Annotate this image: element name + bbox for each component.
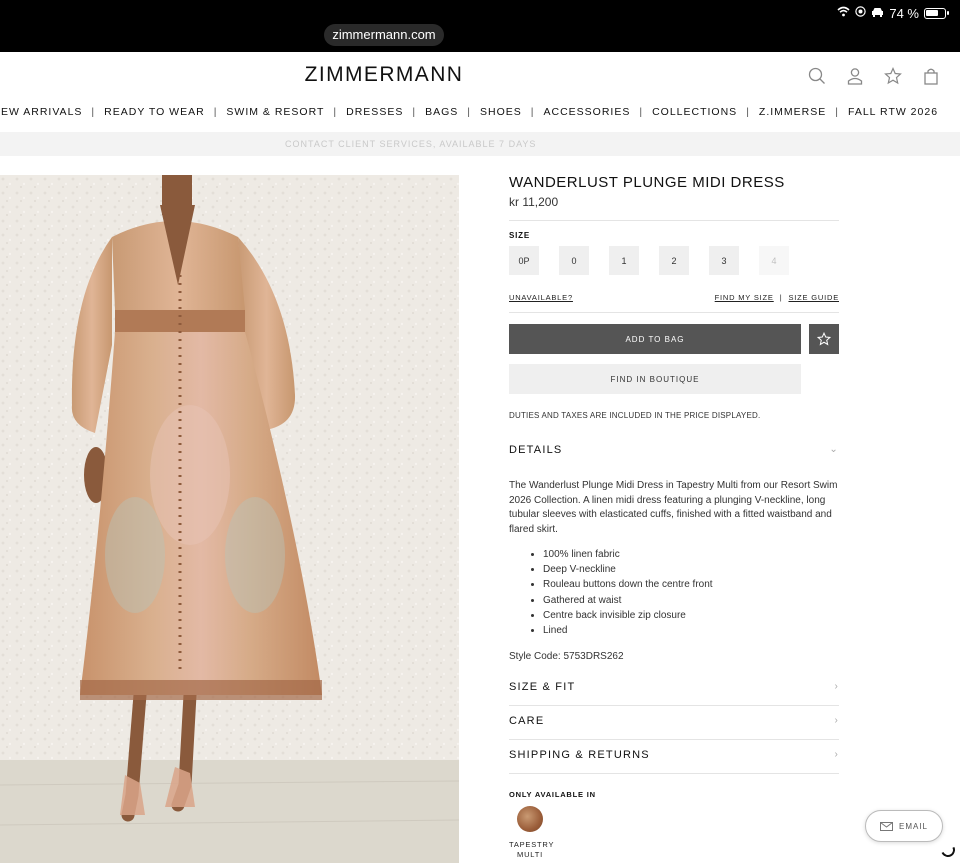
details-heading: DETAILS (509, 444, 563, 456)
nav-item[interactable]: READY TO WEAR (95, 106, 214, 118)
size-guide-link[interactable]: SIZE GUIDE (788, 293, 839, 302)
loading-spinner (939, 841, 957, 859)
email-button[interactable]: EMAIL (865, 810, 943, 842)
nav-item[interactable]: COLLECTIONS (643, 106, 746, 118)
swatch-label-line: MULTI (517, 850, 543, 859)
divider (509, 705, 839, 706)
product-description: The Wanderlust Plunge Midi Dress in Tape… (509, 480, 838, 535)
status-bar: 74 % zimmermann.com (0, 0, 960, 52)
accordion-item[interactable]: SIZE & FIT › (509, 681, 839, 693)
chevron-down-icon: ⌄ (829, 444, 839, 455)
brand-logo[interactable]: ZIMMERMANN (0, 63, 768, 87)
star-icon (817, 332, 831, 346)
swatch-label: TAPESTRY MULTI (509, 840, 555, 860)
bag-icon[interactable] (922, 67, 940, 85)
nav-item[interactable]: DRESSES (337, 106, 412, 118)
duties-note: DUTIES AND TAXES ARE INCLUDED IN THE PRI… (509, 411, 761, 420)
product-title: WANDERLUST PLUNGE MIDI DRESS (509, 174, 785, 191)
details-accordion[interactable]: DETAILS ⌄ (509, 444, 839, 456)
divider (509, 312, 839, 313)
feature-item: 100% linen fabric (543, 547, 713, 562)
nav-item[interactable]: EW ARRIVALS (0, 106, 91, 118)
promo-text[interactable]: CONTACT CLIENT SERVICES, AVAILABLE 7 DAY… (285, 139, 536, 149)
nav-item[interactable]: Z.IMMERSE (750, 106, 835, 118)
car-icon (871, 7, 884, 20)
size-option[interactable]: 1 (609, 246, 639, 275)
search-icon[interactable] (808, 67, 826, 85)
chevron-right-icon: › (834, 715, 839, 726)
nav-item[interactable]: ACCESSORIES (534, 106, 639, 118)
nav-item[interactable]: SWIM & RESORT (217, 106, 333, 118)
unavailable-link[interactable]: UNAVAILABLE? (509, 293, 573, 302)
only-available-label: ONLY AVAILABLE IN (509, 790, 596, 799)
nav-item[interactable]: BAGS (416, 106, 467, 118)
feature-item: Gathered at waist (543, 593, 713, 608)
feature-item: Deep V-neckline (543, 562, 713, 577)
product-image[interactable] (0, 175, 459, 863)
size-option[interactable]: 0P (509, 246, 539, 275)
account-icon[interactable] (846, 67, 864, 85)
battery-percent: 74 % (889, 5, 919, 21)
link-separator: | (779, 293, 783, 302)
find-in-boutique-button[interactable]: FIND IN BOUTIQUE (509, 364, 801, 394)
accordion-label: CARE (509, 715, 545, 727)
add-to-bag-button[interactable]: ADD TO BAG (509, 324, 801, 354)
wishlist-icon[interactable] (884, 67, 902, 85)
size-option[interactable]: 2 (659, 246, 689, 275)
accordion-item[interactable]: SHIPPING & RETURNS › (509, 749, 839, 761)
feature-list: 100% linen fabricDeep V-necklineRouleau … (543, 547, 713, 638)
add-to-wishlist-button[interactable] (809, 324, 839, 354)
size-option[interactable]: 3 (709, 246, 739, 275)
divider (509, 773, 839, 774)
email-icon (879, 821, 893, 831)
nav-item[interactable]: SHOES (471, 106, 531, 118)
color-swatch[interactable] (517, 806, 543, 832)
product-price: kr 11,200 (509, 195, 559, 209)
status-icons: 74 % (837, 5, 949, 21)
promo-strip: CONTACT CLIENT SERVICES, AVAILABLE 7 DAY… (0, 132, 960, 156)
accordion-label: SHIPPING & RETURNS (509, 749, 650, 761)
chevron-right-icon: › (834, 749, 839, 760)
url-bar[interactable]: zimmermann.com (324, 24, 444, 46)
swatch-label-line: TAPESTRY (509, 840, 555, 849)
divider (509, 739, 839, 740)
main-nav: EW ARRIVALS | READY TO WEAR | SWIM & RESORT |… (0, 100, 960, 124)
accordion-label: SIZE & FIT (509, 681, 576, 693)
battery-icon (924, 7, 949, 19)
size-option[interactable]: 0 (559, 246, 589, 275)
size-option[interactable]: 4 (759, 246, 789, 275)
main-nav-list: EW ARRIVALS | READY TO WEAR | SWIM & RESORT |… (0, 106, 947, 118)
style-code: Style Code: 5753DRS262 (509, 651, 624, 662)
battery-fill (926, 9, 938, 16)
product-photo (0, 175, 459, 863)
divider (509, 220, 839, 221)
feature-item: Centre back invisible zip closure (543, 608, 713, 623)
size-links: UNAVAILABLE? FIND MY SIZE | SIZE GUIDE (509, 293, 839, 302)
feature-item: Lined (543, 623, 713, 638)
find-my-size-link[interactable]: FIND MY SIZE (715, 293, 774, 302)
wifi-icon (837, 6, 850, 20)
size-selector: 0P 0 1 2 3 4 (509, 246, 789, 275)
accordion-item[interactable]: CARE › (509, 715, 839, 727)
header-actions (808, 67, 940, 85)
size-help-links: FIND MY SIZE | SIZE GUIDE (715, 293, 839, 302)
email-label: EMAIL (898, 821, 928, 831)
location-icon (855, 6, 867, 20)
feature-item: Rouleau buttons down the centre front (543, 577, 713, 592)
size-label: SIZE (509, 231, 530, 240)
nav-item[interactable]: FALL RTW 2026 (839, 106, 947, 118)
chevron-right-icon: › (834, 681, 839, 692)
site-header: ZIMMERMANN (0, 52, 960, 100)
